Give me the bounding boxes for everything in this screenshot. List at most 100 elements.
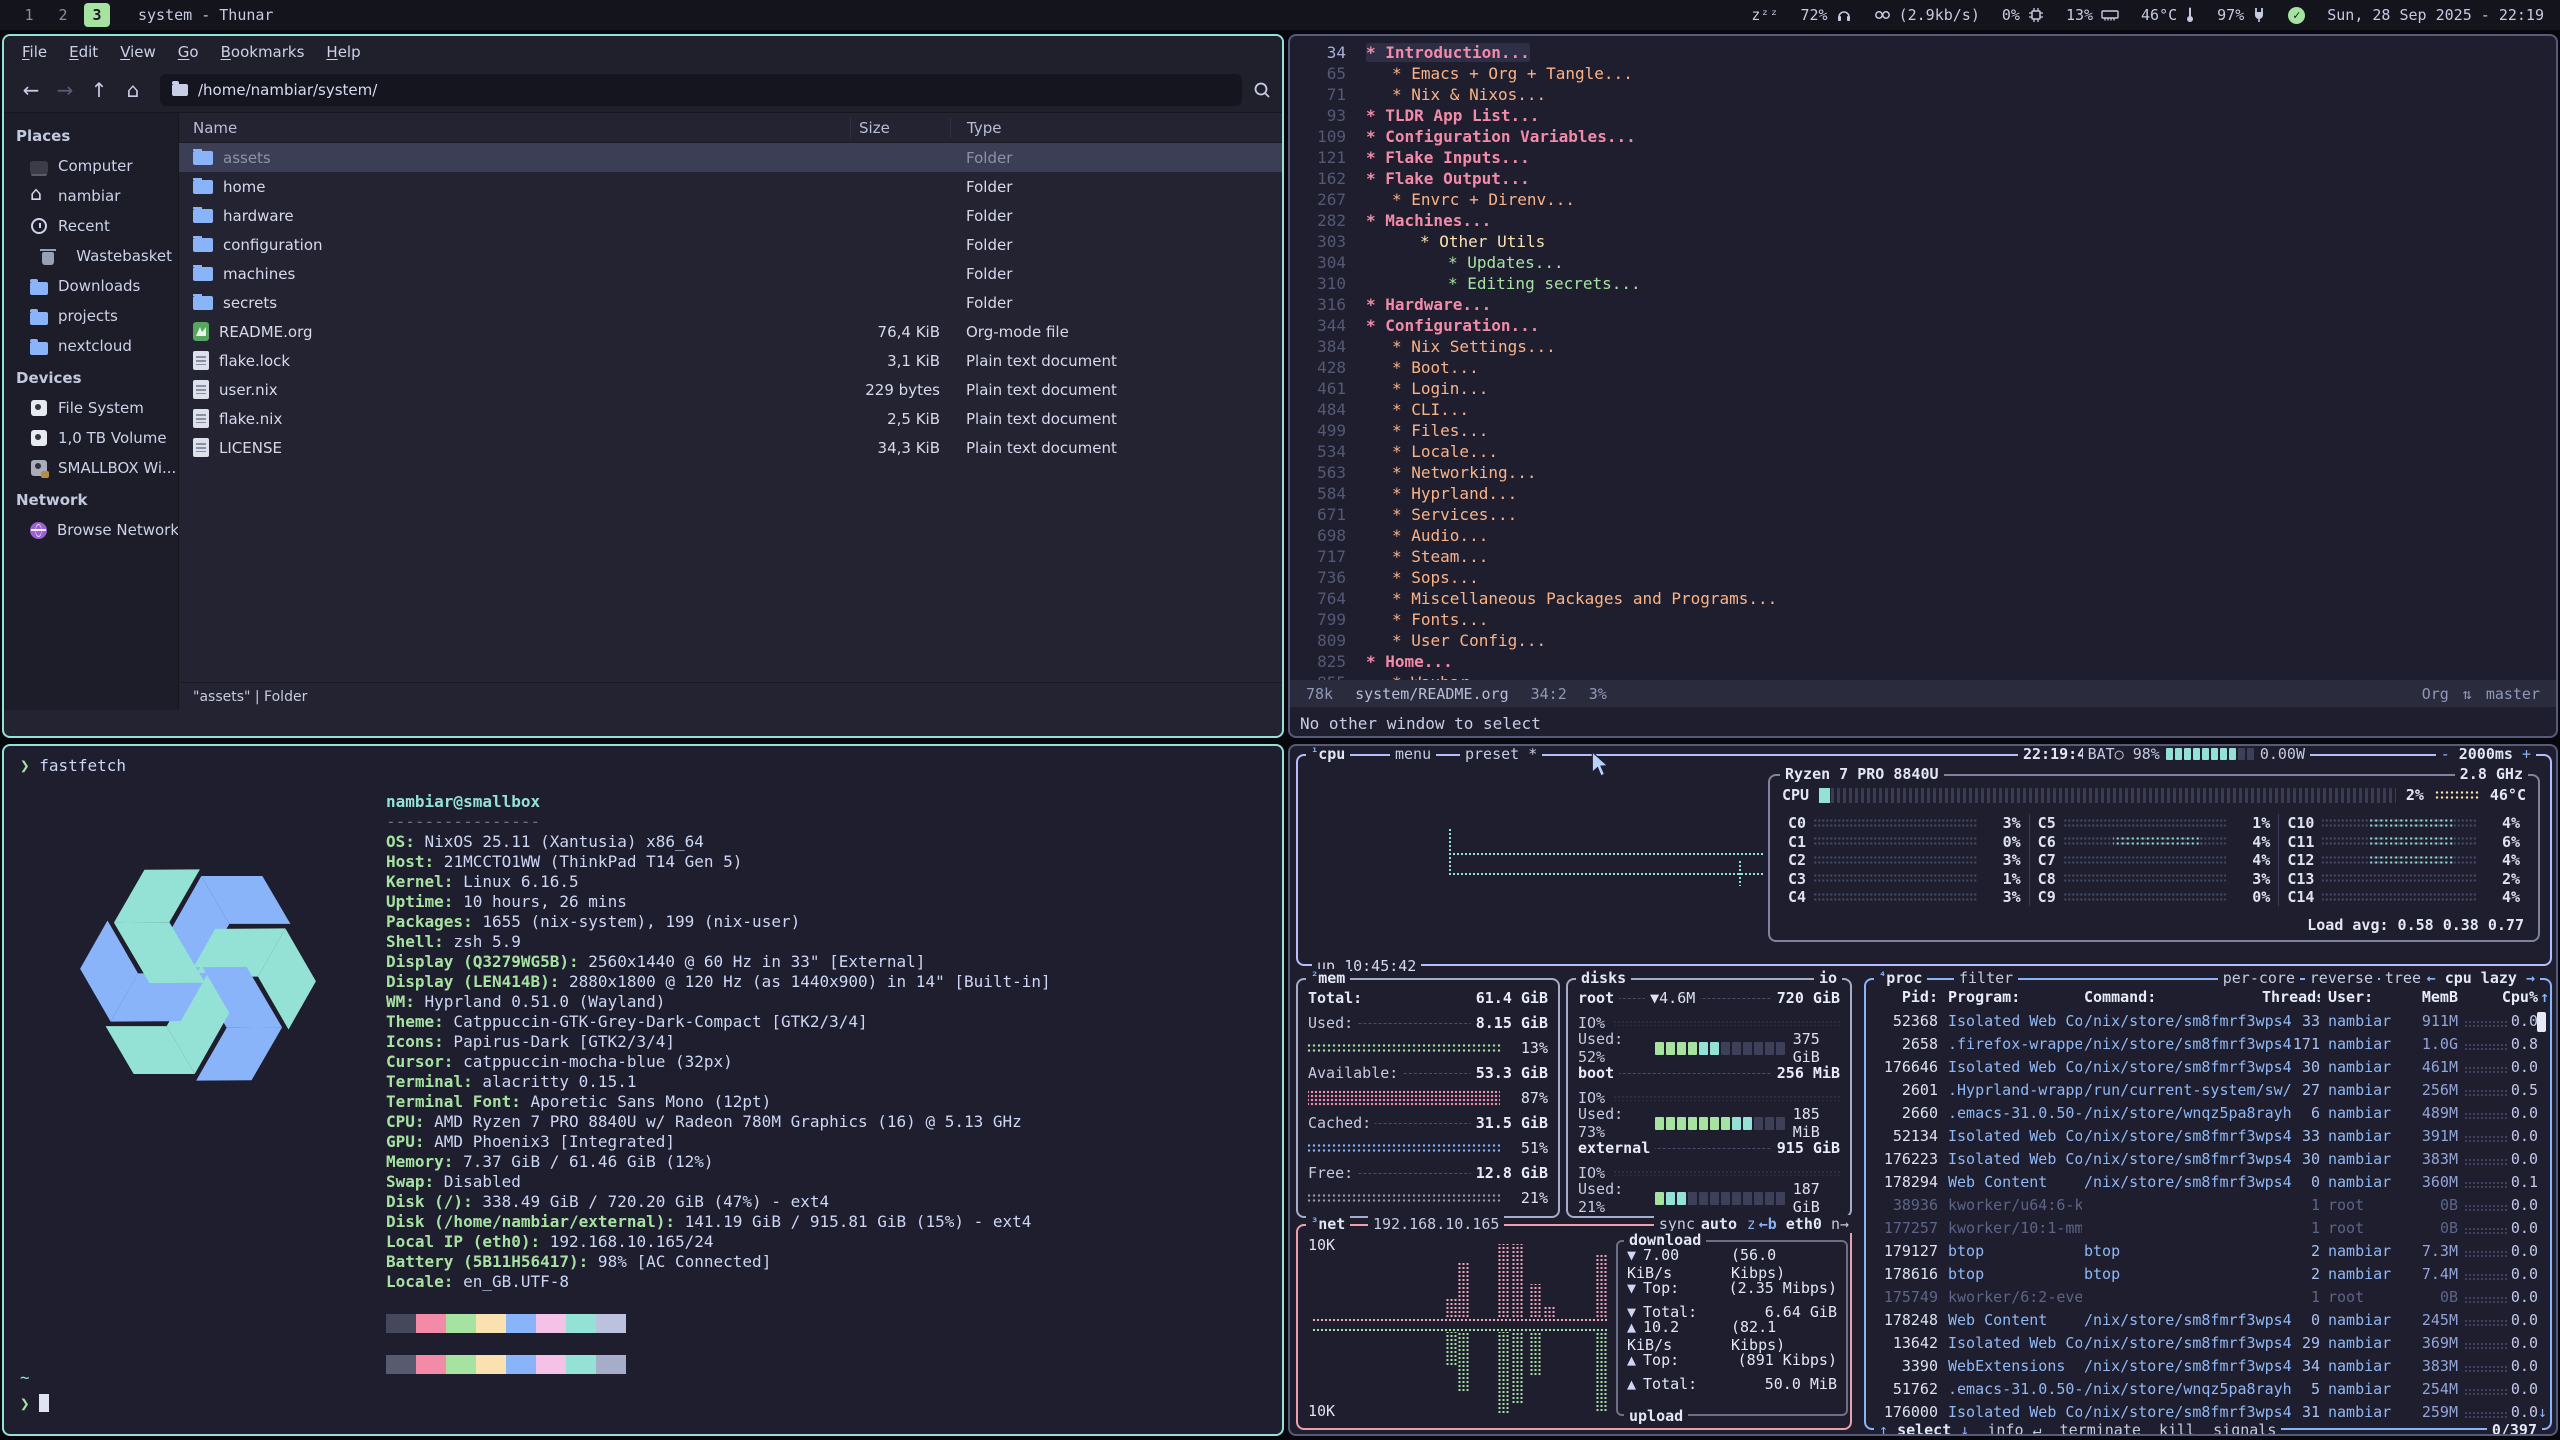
process-row[interactable]: 2601.Hyprland-wrapp/run/current-system/s… — [1866, 1081, 2550, 1104]
menu-view[interactable]: View — [110, 38, 166, 66]
proc-header[interactable]: Pid: Program: Command: Threads: User: Me… — [1866, 988, 2550, 1008]
net-stat-row: ▲Total:50.0 MiB — [1618, 1372, 1846, 1396]
mem-box-tab[interactable]: ²mem — [1306, 969, 1350, 987]
search-icon[interactable] — [1252, 80, 1272, 100]
sidebar-item-smallbox-wi-[interactable]: SMALLBOX Wi... — [4, 453, 178, 483]
file-row[interactable]: machinesFolder — [179, 259, 1282, 288]
buffer-name: system/README.org — [1355, 685, 1509, 703]
process-row[interactable]: 51762.emacs-31.0.50-/nix/store/wnqz5pa8r… — [1866, 1380, 2550, 1403]
file-row[interactable]: assetsFolder — [179, 143, 1282, 172]
computer-icon — [30, 161, 48, 174]
proc-box-tab[interactable]: ⁴proc — [1874, 969, 1927, 987]
cpu-box-tab[interactable]: ¹cpu — [1306, 745, 1350, 763]
proc-footer[interactable]: ↑ select ↓ info ↵ terminate kill signals — [1874, 1421, 2281, 1436]
fetch-line: CPU: AMD Ryzen 7 PRO 8840U w/ Radeon 780… — [386, 1112, 1051, 1132]
file-row[interactable]: flake.nix2,5 KiBPlain text document — [179, 404, 1282, 433]
process-row[interactable]: 52134Isolated Web Co/nix/store/sm8fmrf3w… — [1866, 1127, 2550, 1150]
io-toggle[interactable]: io — [1814, 969, 1842, 987]
thunar-toolbar: ← → ↑ ⌂ /home/nambiar/system/ — [4, 68, 1282, 113]
net-stat-row: ▼Top:(2.35 Mibps) — [1618, 1276, 1846, 1300]
file-row[interactable]: README.org76,4 KiBOrg-mode file — [179, 317, 1282, 346]
org-heading-line: 799* Fonts... — [1290, 609, 2556, 630]
process-row[interactable]: 13642Isolated Web Co/nix/store/sm8fmrf3w… — [1866, 1334, 2550, 1357]
workspace-3[interactable]: 3 — [84, 3, 110, 27]
sidebar-item-file-system[interactable]: File System — [4, 393, 178, 423]
net-box-tab[interactable]: ³net — [1306, 1215, 1350, 1233]
tree-toggle[interactable]: tree — [2380, 969, 2426, 987]
update-interval[interactable]: - 2000ms + — [2436, 745, 2536, 763]
file-row[interactable]: hardwareFolder — [179, 201, 1282, 230]
menu-file[interactable]: File — [12, 38, 57, 66]
filter-button[interactable]: filter — [1954, 969, 2018, 987]
list-header[interactable]: Name Size Type — [179, 113, 1282, 143]
home-button[interactable]: ⌂ — [116, 78, 150, 102]
process-row[interactable]: 176223Isolated Web Co/nix/store/sm8fmrf3… — [1866, 1150, 2550, 1173]
reverse-toggle[interactable]: reverse — [2305, 969, 2378, 987]
menu-bookmarks[interactable]: Bookmarks — [211, 38, 315, 66]
net-box: ³net 192.168.10.165 sync auto zero ←b et… — [1296, 1224, 1852, 1430]
sidebar-item-1-0-tb-volume[interactable]: 1,0 TB Volume — [4, 423, 178, 453]
proc-scrollbar[interactable] — [2537, 1012, 2546, 1032]
core-row: C74% — [2038, 851, 2271, 869]
process-row[interactable]: 178616btopbtop2nambiar7.4M0.0 — [1866, 1265, 2550, 1288]
plug-icon — [2252, 7, 2266, 23]
fetch-line: WM: Hyprland 0.51.0 (Wayland) — [386, 992, 1051, 1012]
sidebar-item-projects[interactable]: projects — [4, 301, 178, 331]
forward-button[interactable]: → — [48, 78, 82, 102]
thunar-menubar: FileEditViewGoBookmarksHelp — [4, 36, 1282, 68]
process-row[interactable]: 2658.firefox-wrappe/nix/store/sm8fmrf3wp… — [1866, 1035, 2550, 1058]
org-heading-line: 310* Editing secrets... — [1290, 273, 2556, 294]
org-buffer[interactable]: 34* Introduction...65* Emacs + Org + Tan… — [1290, 42, 2556, 693]
file-row[interactable]: secretsFolder — [179, 288, 1282, 317]
workspace-2[interactable]: 2 — [50, 3, 76, 27]
sort-selector[interactable]: ← cpu lazy → — [2422, 969, 2540, 987]
core-row: C104% — [2287, 814, 2520, 832]
battery-status: BAT○ 98%0.00W — [2083, 745, 2310, 763]
process-row[interactable]: 52368Isolated Web Co/nix/store/sm8fmrf3w… — [1866, 1012, 2550, 1035]
path-field[interactable]: /home/nambiar/system/ — [160, 74, 1242, 106]
workspace-1[interactable]: 1 — [16, 3, 42, 27]
menu-help[interactable]: Help — [316, 38, 370, 66]
process-row[interactable]: 177257kworker/10:1-mm_1root0B0.0 — [1866, 1219, 2550, 1242]
process-row[interactable]: 175749kworker/6:2-even1root0B0.0 — [1866, 1288, 2550, 1311]
sidebar-item-nambiar[interactable]: nambiar — [4, 181, 178, 211]
file-row[interactable]: user.nix229 bytesPlain text document — [179, 375, 1282, 404]
process-row[interactable]: 178248Web Content/nix/store/sm8fmrf3wps4… — [1866, 1311, 2550, 1334]
file-row[interactable]: configurationFolder — [179, 230, 1282, 259]
fetch-line: Cursor: catppuccin-mocha-blue (32px) — [386, 1052, 1051, 1072]
org-heading-line: 162* Flake Output... — [1290, 168, 2556, 189]
up-button[interactable]: ↑ — [82, 78, 116, 102]
cwd-line: ~ — [20, 1368, 30, 1388]
column-size: Size — [850, 118, 950, 138]
process-row[interactable]: 2660.emacs-31.0.50-/nix/store/wnqz5pa8ra… — [1866, 1104, 2550, 1127]
sidebar-item-wastebasket[interactable]: Wastebasket — [4, 241, 178, 271]
sidebar-item-browse-network[interactable]: Browse Network — [4, 515, 178, 545]
shell-prompt[interactable]: ❯ — [20, 1394, 49, 1414]
sidebar-item-computer[interactable]: Computer — [4, 151, 178, 181]
palette-swatch — [476, 1314, 506, 1333]
menu-button[interactable]: menu — [1390, 745, 1436, 763]
process-row[interactable]: 38936kworker/u64:6-kc1root0B0.0 — [1866, 1196, 2550, 1219]
back-button[interactable]: ← — [14, 78, 48, 102]
process-row[interactable]: 179127btopbtop2nambiar7.3M0.0 — [1866, 1242, 2550, 1265]
cpu-frequency: 2.8 GHz — [2455, 765, 2528, 783]
process-row[interactable]: 3390WebExtensions/nix/store/sm8fmrf3wps4… — [1866, 1357, 2550, 1380]
preset-button[interactable]: preset * — [1460, 745, 1542, 763]
process-row[interactable]: 178294Web Content/nix/store/sm8fmrf3wps4… — [1866, 1173, 2550, 1196]
process-row[interactable]: 176646Isolated Web Co/nix/store/sm8fmrf3… — [1866, 1058, 2550, 1081]
fetch-line: Shell: zsh 5.9 — [386, 932, 1051, 952]
sidebar-item-nextcloud[interactable]: nextcloud — [4, 331, 178, 361]
file-row[interactable]: homeFolder — [179, 172, 1282, 201]
per-core-toggle[interactable]: per-core — [2218, 969, 2300, 987]
sidebar-item-recent[interactable]: Recent — [4, 211, 178, 241]
disk-section-boot: boot256 MiB — [1578, 1063, 1840, 1083]
cpu-history-graph — [1448, 852, 1764, 856]
menu-edit[interactable]: Edit — [59, 38, 108, 66]
disks-box-tab[interactable]: disks — [1576, 969, 1631, 987]
org-heading-line: 303* Other Utils — [1290, 231, 2556, 252]
file-row[interactable]: flake.lock3,1 KiBPlain text document — [179, 346, 1282, 375]
file-row[interactable]: LICENSE34,3 KiBPlain text document — [179, 433, 1282, 462]
net-iface-switch[interactable]: ←b eth0 n→ — [1754, 1215, 1854, 1233]
sidebar-item-downloads[interactable]: Downloads — [4, 271, 178, 301]
menu-go[interactable]: Go — [168, 38, 209, 66]
